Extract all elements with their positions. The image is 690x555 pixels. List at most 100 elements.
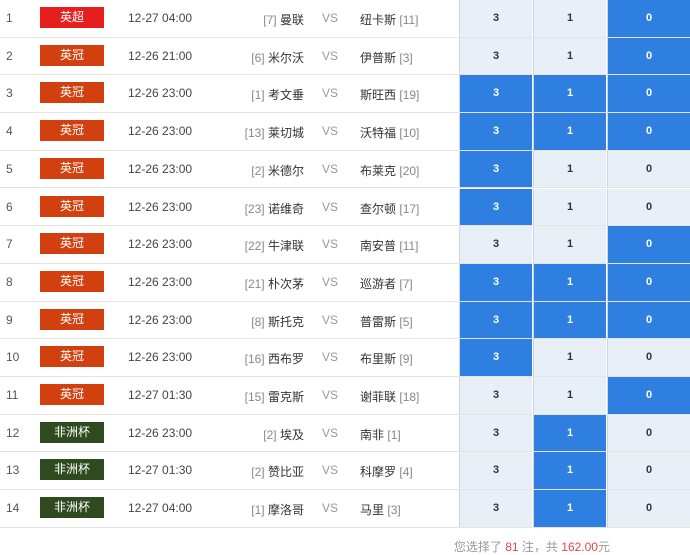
option-1-button[interactable]: 1: [533, 0, 606, 37]
away-rank: [5]: [399, 314, 413, 329]
away-team: 查尔顿 [17]: [360, 200, 419, 217]
summary-mid: 注，共: [521, 540, 558, 554]
vs-label: VS: [322, 237, 339, 252]
option-3-button[interactable]: 3: [459, 490, 532, 527]
option-3-button[interactable]: 3: [459, 339, 532, 376]
option-3-button[interactable]: 3: [459, 113, 532, 150]
match-number: 5: [6, 161, 13, 176]
option-3-button[interactable]: 3: [459, 0, 532, 37]
home-name: 赞比亚: [267, 465, 304, 480]
option-3-button[interactable]: 3: [459, 301, 532, 339]
match-row: 11 英冠 12-27 01:30 [15] 雷克斯 VS 谢菲联 [18] 3 1 0: [0, 377, 690, 415]
option-0-button[interactable]: 0: [607, 226, 690, 263]
option-1-button[interactable]: 1: [533, 226, 606, 263]
away-team: 斯旺西 [19]: [360, 86, 419, 103]
home-name: 莱切城: [267, 126, 304, 141]
option-1-button[interactable]: 1: [533, 37, 606, 75]
option-1-button[interactable]: 1: [533, 113, 606, 150]
home-name: 朴次茅: [267, 276, 304, 291]
option-3-button[interactable]: 3: [459, 75, 532, 113]
away-rank: [18]: [399, 390, 420, 404]
option-0-button[interactable]: 0: [607, 414, 690, 452]
option-1-button[interactable]: 1: [533, 75, 606, 113]
vs-label: VS: [322, 274, 339, 289]
option-0-button[interactable]: 0: [607, 75, 690, 113]
option-1-button[interactable]: 1: [533, 414, 606, 452]
away-team: 布里斯 [9]: [360, 350, 413, 367]
home-team: [23] 诺维奇: [245, 200, 304, 217]
summary-text: 您选择了 81 注，共 162.00元: [454, 538, 610, 555]
option-0-button[interactable]: 0: [607, 490, 690, 527]
option-3-button[interactable]: 3: [459, 452, 532, 490]
option-3-button[interactable]: 3: [459, 377, 532, 414]
home-rank: [1]: [251, 503, 265, 518]
option-3-button[interactable]: 3: [459, 414, 532, 452]
option-0-button[interactable]: 0: [607, 452, 690, 490]
match-number: 7: [6, 237, 13, 252]
option-0-button[interactable]: 0: [607, 339, 690, 376]
option-1-button[interactable]: 1: [533, 377, 606, 414]
vs-label: VS: [322, 388, 339, 402]
home-name: 斯托克: [267, 314, 304, 329]
match-row: 5 英冠 12-26 23:00 [2] 米德尔 VS 布莱克 [20] 3 1 0: [0, 150, 690, 189]
away-name: 纽卡斯: [360, 13, 397, 27]
league-badge: 英超: [40, 7, 104, 28]
vs-label: VS: [322, 11, 339, 25]
home-name: 诺维奇: [267, 201, 304, 216]
match-time: 12-26 23:00: [128, 199, 193, 214]
away-team: 巡游者 [7]: [360, 275, 413, 292]
match-row: 2 英冠 12-26 21:00 [6] 米尔沃 VS 伊普斯 [3] 3 1 0: [0, 37, 690, 76]
league-badge: 英冠: [40, 346, 104, 368]
home-rank: [6]: [251, 50, 265, 65]
home-team: [16] 西布罗: [245, 350, 304, 367]
option-3-button[interactable]: 3: [459, 226, 532, 263]
league-badge: 英冠: [40, 233, 104, 255]
option-0-button[interactable]: 0: [607, 263, 690, 301]
home-name: 考文垂: [267, 88, 304, 103]
option-1-button[interactable]: 1: [533, 490, 606, 527]
home-rank: [2]: [251, 465, 265, 480]
option-1-button[interactable]: 1: [533, 188, 606, 226]
home-team: [2] 埃及: [263, 426, 304, 443]
option-1-button[interactable]: 1: [533, 301, 606, 339]
home-team: [7] 曼联: [263, 11, 304, 28]
home-team: [13] 莱切城: [245, 124, 304, 141]
home-rank: [23]: [244, 201, 265, 216]
option-3-button[interactable]: 3: [459, 263, 532, 301]
home-team: [2] 赞比亚: [251, 463, 304, 480]
match-row: 12 非洲杯 12-26 23:00 [2] 埃及 VS 南非 [1] 3 1 0: [0, 414, 690, 453]
option-1-button[interactable]: 1: [533, 339, 606, 376]
option-0-button[interactable]: 0: [607, 37, 690, 75]
option-0-button[interactable]: 0: [607, 150, 690, 188]
home-name: 埃及: [279, 427, 304, 442]
home-rank: [2]: [251, 163, 265, 178]
option-0-button[interactable]: 0: [607, 377, 690, 414]
away-rank: [4]: [399, 465, 413, 480]
match-time: 12-26 23:00: [128, 274, 193, 289]
vs-label: VS: [322, 463, 339, 478]
option-0-button[interactable]: 0: [607, 0, 690, 37]
match-number: 3: [6, 86, 13, 101]
option-0-button[interactable]: 0: [607, 301, 690, 339]
option-3-button[interactable]: 3: [459, 150, 532, 188]
match-row: 4 英冠 12-26 23:00 [13] 莱切城 VS 沃特福 [10] 3 1 0: [0, 113, 690, 151]
option-0-button[interactable]: 0: [607, 188, 690, 226]
away-team: 南非 [1]: [360, 426, 401, 443]
home-team: [22] 牛津联: [245, 237, 304, 254]
home-name: 米德尔: [267, 163, 304, 178]
away-rank: [20]: [399, 163, 420, 178]
option-1-button[interactable]: 1: [533, 452, 606, 490]
option-3-button[interactable]: 3: [459, 37, 532, 75]
match-time: 12-26 21:00: [128, 48, 193, 63]
home-rank: [7]: [263, 13, 277, 27]
match-time: 12-26 23:00: [128, 124, 193, 139]
option-3-button[interactable]: 3: [459, 188, 532, 226]
match-time: 12-26 23:00: [128, 425, 193, 440]
option-0-button[interactable]: 0: [607, 113, 690, 150]
match-time: 12-26 23:00: [128, 161, 193, 176]
option-1-button[interactable]: 1: [533, 263, 606, 301]
league-badge: 英冠: [40, 44, 104, 66]
away-name: 斯旺西: [360, 88, 397, 103]
match-row: 1 英超 12-27 04:00 [7] 曼联 VS 纽卡斯 [11] 3 1 0: [0, 0, 690, 38]
option-1-button[interactable]: 1: [533, 150, 606, 188]
